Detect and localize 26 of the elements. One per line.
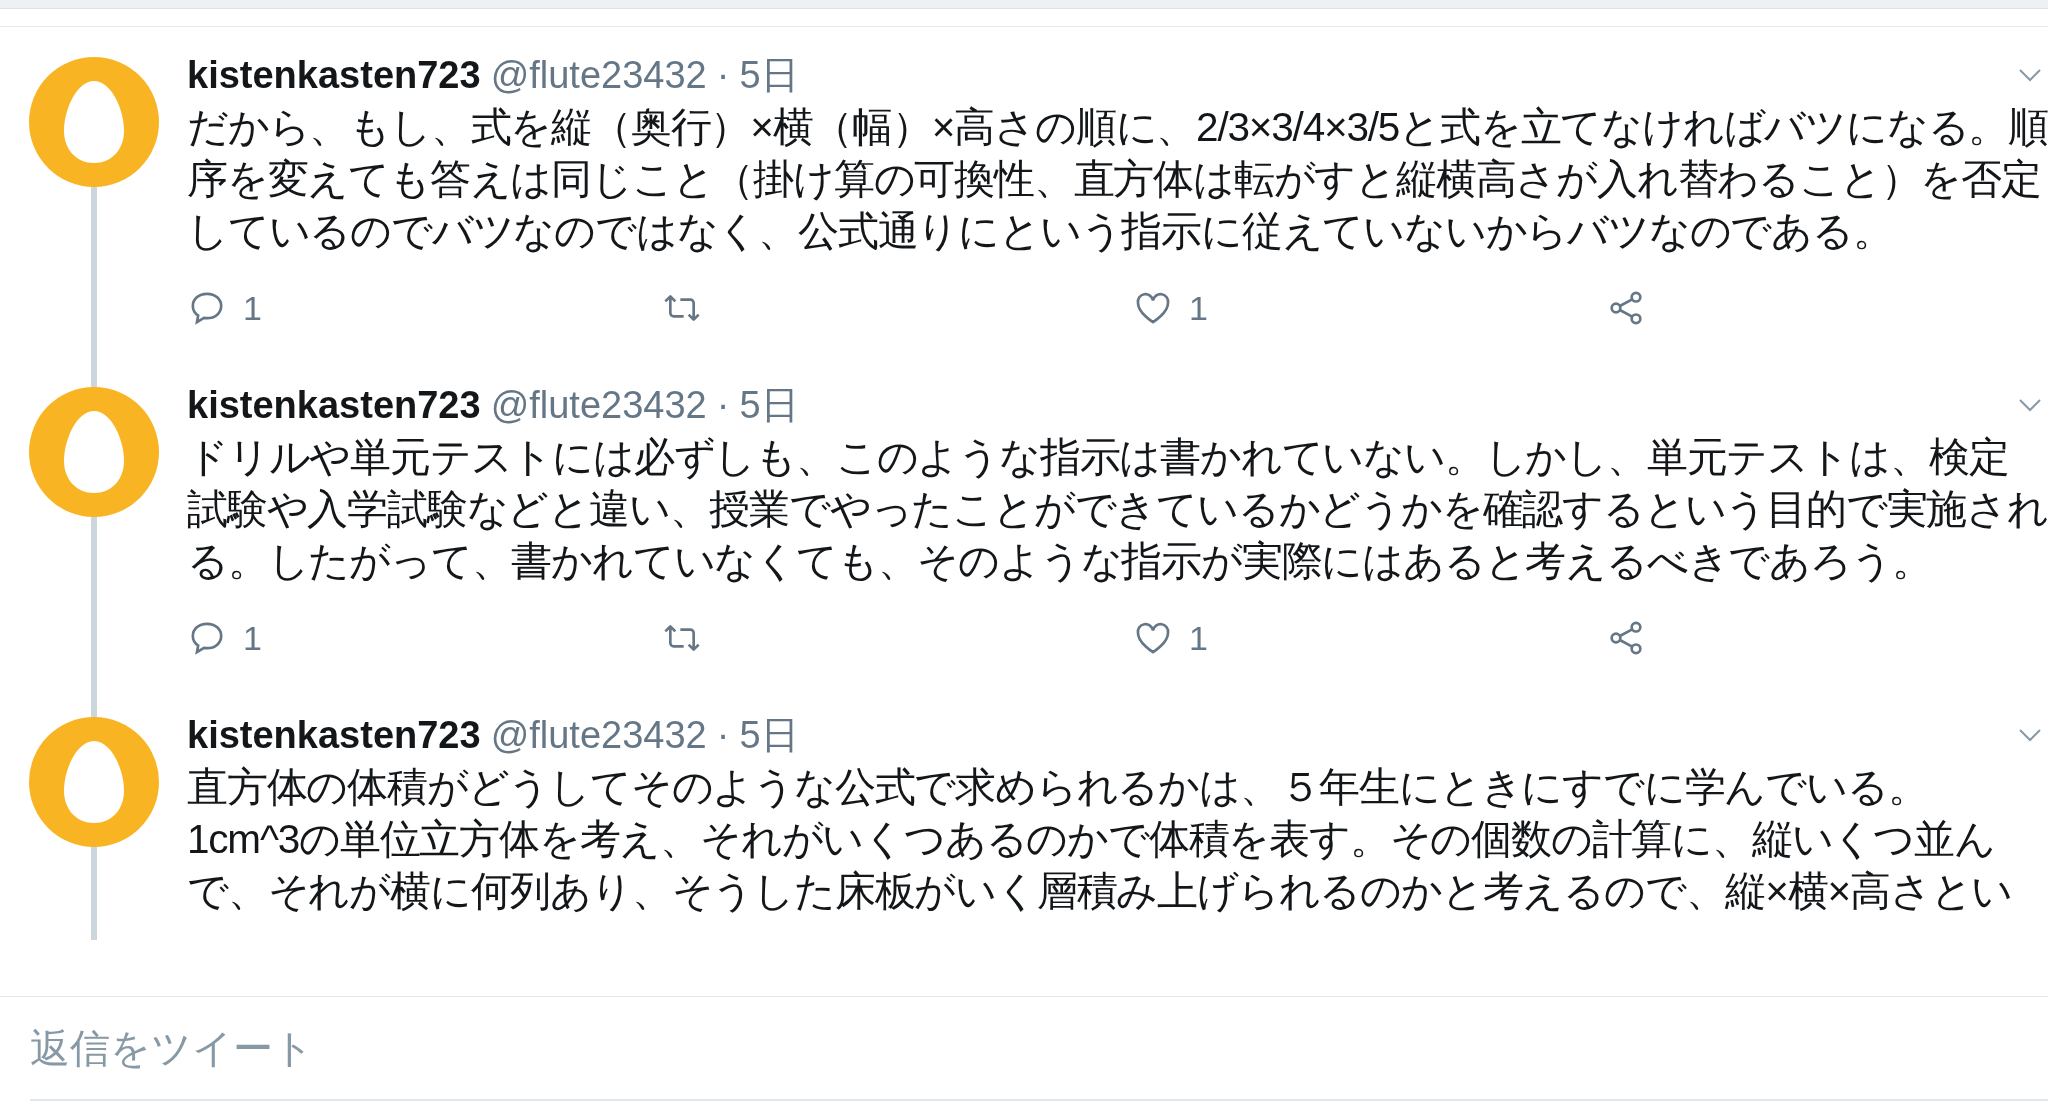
reply-field[interactable]: 返信をツイート bbox=[30, 1025, 1930, 1071]
user-name[interactable]: kistenkasten723 bbox=[187, 383, 481, 427]
user-name[interactable]: kistenkasten723 bbox=[187, 53, 481, 97]
tweet-text: ドリルや単元テストには必ずしも、このような指示は書かれていない。しかし、単元テストは、検定試験や入学試験などと違い、授業でやったことができているかどうかを確認するという目的で実施される。したがって、書かれていなくても、そのような指示が実際にはあると考えるべきであろう。 bbox=[187, 433, 2048, 586]
tweet-text: 直方体の体積がどうしてそのような公式で求められるかは、５年生にときにすでに学んでいる。 1cm^3の単位立方体を考え、それがいくつあるのかで体積を表す。その個数の計算に、縦いくつ並んで、それが横に何列あり、そうした床板がいく層積み上げられるのかと考えるので、縦×横×高さとい bbox=[187, 763, 2014, 916]
timestamp[interactable]: 5日 bbox=[739, 379, 799, 431]
chevron-down-icon[interactable] bbox=[2018, 398, 2042, 412]
reply-count: 1 bbox=[243, 618, 262, 658]
separator: · bbox=[716, 713, 730, 757]
separator: · bbox=[716, 53, 730, 97]
timestamp[interactable]: 5日 bbox=[739, 709, 799, 761]
tweet-text: だから、もし、式を縦（奥行）×横（幅）×高さの順に、2/3×3/4×3/5と式を立てなければバツになる。順序を変えても答えは同じこと（掛け算の可換性、直方体は転がすと縦横高さが入れ替わること）を否定しているのでバツなのではなく、公式通りにという指示に従えていないからバツなのである。 bbox=[187, 103, 2048, 256]
egg-icon bbox=[62, 739, 126, 825]
reply-count: 1 bbox=[243, 288, 262, 328]
egg-icon bbox=[62, 409, 126, 495]
user-name[interactable]: kistenkasten723 bbox=[187, 713, 481, 757]
user-handle: @flute23432 bbox=[490, 383, 707, 427]
egg-icon bbox=[62, 79, 126, 165]
like-count: 1 bbox=[1189, 618, 1208, 658]
user-handle: @flute23432 bbox=[490, 713, 707, 757]
separator: · bbox=[716, 383, 730, 427]
chevron-down-icon[interactable] bbox=[2018, 728, 2042, 742]
timestamp[interactable]: 5日 bbox=[739, 49, 799, 101]
chevron-down-icon[interactable] bbox=[2018, 68, 2042, 82]
like-count: 1 bbox=[1189, 288, 1208, 328]
user-handle: @flute23432 bbox=[490, 53, 707, 97]
